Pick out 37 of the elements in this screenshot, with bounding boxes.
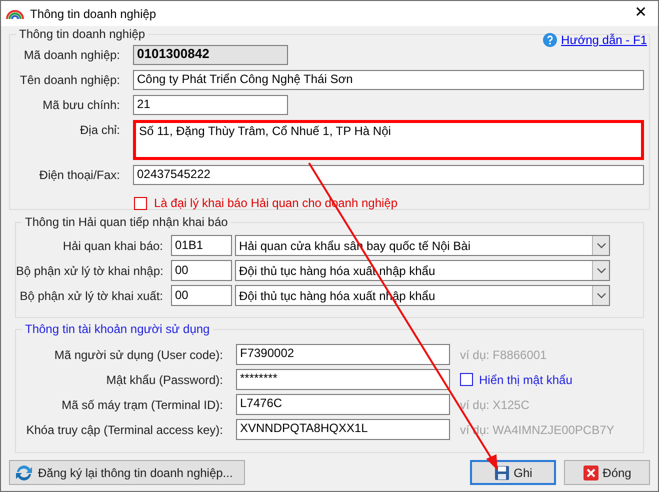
close-button[interactable]: Đóng bbox=[564, 460, 650, 485]
save-button[interactable]: Ghi bbox=[470, 460, 556, 485]
field-label: Bộ phận xử lý tờ khai xuất: bbox=[18, 288, 163, 304]
text-field[interactable]: Công ty Phát Triển Công Nghệ Thái Sơn bbox=[133, 70, 644, 90]
text-field[interactable]: L7476C bbox=[236, 394, 450, 415]
help-link[interactable]: Hướng dẫn - F1 bbox=[543, 31, 647, 49]
section-title: Thông tin tài khoản người sử dụng bbox=[22, 322, 213, 336]
hint-text: ví dụ: F8866001 bbox=[460, 346, 547, 364]
text-field[interactable]: 0101300842 bbox=[133, 45, 288, 65]
window-title: Thông tin doanh nghiệp bbox=[30, 6, 156, 22]
checkbox-label[interactable]: Hiển thị mật khẩu bbox=[479, 370, 572, 388]
text-field[interactable]: F7390002 bbox=[236, 344, 450, 365]
field-label: Điện thoại/Fax: bbox=[38, 167, 120, 182]
field-label: Bộ phận xử lý tờ khai nhập: bbox=[16, 262, 163, 280]
field-label: Mã doanh nghiệp: bbox=[22, 47, 120, 62]
field-label: Mật khẩu (Password): bbox=[105, 372, 223, 388]
field-label: Mã người sử dụng (User code): bbox=[53, 346, 223, 364]
code-field[interactable]: 00 bbox=[171, 260, 232, 281]
field-label: Khóa truy cập (Terminal access key): bbox=[25, 422, 223, 438]
section-title: Thông tin doanh nghiệp bbox=[16, 27, 148, 41]
field-label: Tên doanh nghiệp: bbox=[18, 72, 120, 87]
code-field[interactable]: 01B1 bbox=[171, 235, 232, 256]
text-field[interactable]: Số 11, Đặng Thùy Trâm, Cổ Nhuế 1, TP Hà Nội bbox=[133, 120, 644, 160]
text-field[interactable]: 02437545222 bbox=[133, 165, 644, 185]
hint-text: ví dụ: X125C bbox=[460, 396, 530, 414]
field-label: Địa chỉ: bbox=[78, 122, 120, 137]
field-label: Mã số máy trạm (Terminal ID): bbox=[60, 396, 223, 414]
close-button[interactable]: ✕ bbox=[629, 2, 653, 24]
code-field[interactable]: 00 bbox=[171, 285, 232, 306]
dropdown[interactable]: Đội thủ tục hàng hóa xuất nhập khẩu bbox=[235, 260, 610, 281]
text-field[interactable]: ******** bbox=[236, 369, 450, 390]
section-title: Thông tin Hải quan tiếp nhận khai báo bbox=[22, 215, 231, 229]
text-field[interactable]: 21 bbox=[133, 95, 288, 115]
re-register-button[interactable]: Đăng ký lại thông tin doanh nghiệp... bbox=[9, 460, 245, 485]
field-label: Mã bưu chính: bbox=[42, 97, 120, 112]
text-field[interactable]: XVNNDPQTA8HQXX1L bbox=[236, 419, 450, 440]
field-label: Hải quan khai báo: bbox=[62, 238, 163, 254]
